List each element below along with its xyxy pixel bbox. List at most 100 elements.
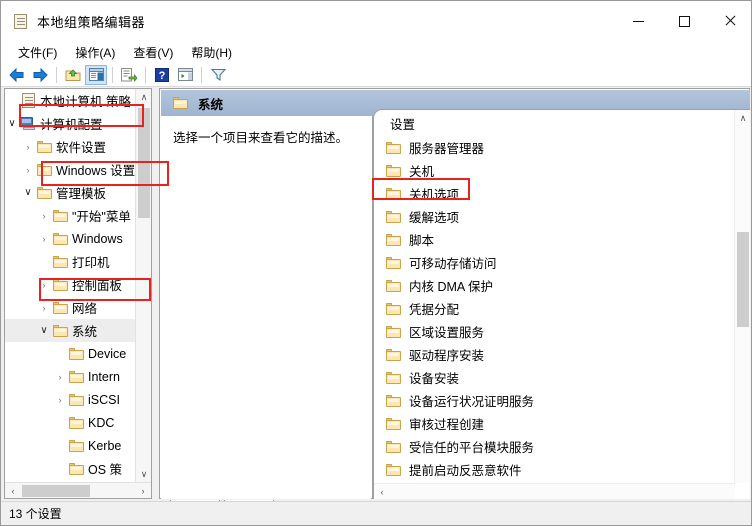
chevron-right-icon[interactable]: › bbox=[53, 388, 67, 411]
tree-item-12[interactable]: › Intern bbox=[5, 365, 136, 388]
tree-item-10[interactable]: ∨ 系统 bbox=[5, 319, 136, 342]
folder-icon bbox=[36, 140, 52, 153]
tree-item-7[interactable]: 打印机 bbox=[5, 250, 136, 273]
menu-view[interactable]: 查看(V) bbox=[124, 42, 182, 63]
menu-action[interactable]: 操作(A) bbox=[66, 42, 124, 63]
tree-item-13[interactable]: › iSCSI bbox=[5, 388, 136, 411]
folder-icon bbox=[67, 393, 85, 406]
settings-column-header[interactable]: 设置 bbox=[374, 110, 719, 136]
chevron-down-icon[interactable]: ∨ bbox=[5, 112, 19, 135]
tree-item-8[interactable]: › 控制面板 bbox=[5, 273, 136, 296]
show-details-icon[interactable] bbox=[174, 65, 196, 85]
folder-icon bbox=[67, 462, 85, 475]
list-horizontal-scrollbar[interactable]: ‹ bbox=[374, 483, 735, 499]
settings-list-item[interactable]: 审核过程创建 bbox=[374, 412, 719, 435]
folder-icon bbox=[52, 278, 68, 291]
forward-arrow-icon[interactable] bbox=[29, 65, 51, 85]
tree-item-5[interactable]: › "开始"菜单 bbox=[5, 204, 136, 227]
tree-item-9[interactable]: › 网络 bbox=[5, 296, 136, 319]
tree-scroll-left-icon[interactable]: ‹ bbox=[5, 482, 21, 498]
maximize-button[interactable] bbox=[661, 1, 707, 41]
menu-help[interactable]: 帮助(H) bbox=[182, 42, 241, 63]
chevron-down-icon[interactable]: ∨ bbox=[37, 319, 51, 342]
tree-item-4[interactable]: ∨ 管理模板 bbox=[5, 181, 136, 204]
list-vscroll-thumb[interactable] bbox=[737, 232, 749, 327]
settings-list-item[interactable]: 缓解选项 bbox=[374, 205, 719, 228]
settings-list-item[interactable]: 提前启动反恶意软件 bbox=[374, 458, 719, 481]
settings-list-item[interactable]: 关机 bbox=[374, 159, 719, 182]
filter-icon[interactable] bbox=[207, 65, 229, 85]
chevron-right-icon[interactable]: › bbox=[21, 158, 35, 181]
settings-list-item[interactable]: 可移动存储访问 bbox=[374, 251, 719, 274]
tree-item-6[interactable]: › Windows bbox=[5, 227, 136, 250]
settings-list-item-label: 提前启动反恶意软件 bbox=[409, 464, 522, 478]
settings-list-item-label: 受信任的平台模块服务 bbox=[409, 441, 535, 455]
folder-icon bbox=[51, 278, 69, 291]
tree-item-label: 管理模板 bbox=[56, 187, 107, 201]
tree-item-label: 计算机配置 bbox=[40, 118, 103, 132]
settings-list-item[interactable]: 脚本 bbox=[374, 228, 719, 251]
tree-item-root[interactable]: 本地计算机 策略 bbox=[5, 89, 136, 112]
settings-list-item-label: 内核 DMA 保护 bbox=[409, 280, 494, 294]
tree-item-1[interactable]: ∨ 计算机配置 bbox=[5, 112, 136, 135]
up-folder-icon[interactable] bbox=[62, 65, 84, 85]
tree-item-label: OS 策 bbox=[88, 463, 123, 477]
folder-icon bbox=[35, 140, 53, 153]
back-arrow-icon[interactable] bbox=[6, 65, 28, 85]
tree-item-3[interactable]: › Windows 设置 bbox=[5, 158, 136, 181]
list-scroll-up-icon[interactable]: ∧ bbox=[735, 110, 750, 127]
settings-list-item[interactable]: 凭据分配 bbox=[374, 297, 719, 320]
help-icon[interactable]: ? bbox=[151, 65, 173, 85]
folder-icon bbox=[68, 370, 84, 383]
close-button[interactable] bbox=[707, 1, 751, 41]
tree-vertical-scrollbar[interactable]: ∧ ∨ bbox=[135, 89, 151, 483]
chevron-right-icon[interactable]: › bbox=[37, 296, 51, 319]
details-header-title: 系统 bbox=[198, 97, 224, 112]
tree-item-label: 系统 bbox=[72, 325, 98, 339]
chevron-right-icon[interactable]: › bbox=[53, 365, 67, 388]
chevron-right-icon[interactable]: › bbox=[37, 273, 51, 296]
tree-hscroll-thumb[interactable] bbox=[22, 484, 90, 497]
chevron-right-icon[interactable]: › bbox=[21, 135, 35, 158]
settings-list-item[interactable]: 区域设置服务 bbox=[374, 320, 719, 343]
settings-list-item[interactable]: 内核 DMA 保护 bbox=[374, 274, 719, 297]
settings-list-item[interactable]: 服务器管理器 bbox=[374, 136, 719, 159]
settings-list-item[interactable]: 受信任的平台模块服务 bbox=[374, 435, 719, 458]
tree-scroll-right-icon[interactable]: › bbox=[135, 482, 151, 498]
tree-item-14[interactable]: KDC bbox=[5, 411, 136, 434]
tree-item-16[interactable]: OS 策 bbox=[5, 457, 136, 480]
menu-file[interactable]: 文件(F) bbox=[9, 42, 66, 63]
chevron-right-icon[interactable]: › bbox=[37, 227, 51, 250]
tree-item-11[interactable]: Device bbox=[5, 342, 136, 365]
folder-icon bbox=[51, 324, 69, 337]
tree-scroll-down-icon[interactable]: ∨ bbox=[136, 466, 151, 483]
description-panel: 选择一个项目来查看它的描述。 bbox=[161, 116, 371, 499]
tree-item-label: 控制面板 bbox=[72, 279, 123, 293]
tree-item-2[interactable]: › 软件设置 bbox=[5, 135, 136, 158]
settings-list-item[interactable]: 设备安装 bbox=[374, 366, 719, 389]
tree-item-label: Intern bbox=[88, 369, 120, 384]
list-vertical-scrollbar[interactable]: ∧ bbox=[734, 110, 750, 483]
details-pane: 系统 选择一个项目来查看它的描述。 设置 服务器管理器 关机 关机选项 缓解选项 脚本可… bbox=[159, 88, 750, 499]
folder-icon bbox=[386, 371, 401, 384]
folder-icon bbox=[386, 302, 401, 315]
settings-list-item[interactable]: 驱动程序安装 bbox=[374, 343, 719, 366]
settings-list-item[interactable]: 关机选项 bbox=[374, 182, 719, 205]
settings-list-item[interactable]: 设备运行状况证明服务 bbox=[374, 389, 719, 412]
chevron-right-icon[interactable]: › bbox=[37, 204, 51, 227]
folder-icon bbox=[386, 141, 401, 154]
minimize-button[interactable] bbox=[615, 1, 661, 41]
settings-list[interactable]: 服务器管理器 关机 关机选项 缓解选项 脚本 可移动存储访问内核 DMA 保护凭据分配 区域… bbox=[374, 136, 719, 481]
show-tree-icon[interactable] bbox=[85, 64, 107, 85]
console-tree[interactable]: 本地计算机 策略 ∨ 计算机配置 › 软件设置 › Windows 设置 ∨ 管理模板 › "开始"… bbox=[5, 89, 136, 483]
chevron-down-icon[interactable]: ∨ bbox=[21, 181, 35, 204]
list-scroll-left-icon[interactable]: ‹ bbox=[374, 484, 390, 500]
folder-icon bbox=[386, 348, 401, 361]
tree-scroll-up-icon[interactable]: ∧ bbox=[136, 89, 151, 106]
tree-item-15[interactable]: Kerbe bbox=[5, 434, 136, 457]
tree-horizontal-scrollbar[interactable]: ‹ › bbox=[5, 482, 151, 498]
folder-icon bbox=[386, 210, 401, 223]
tree-vscroll-thumb[interactable] bbox=[138, 108, 150, 218]
export-list-icon[interactable] bbox=[118, 65, 140, 85]
